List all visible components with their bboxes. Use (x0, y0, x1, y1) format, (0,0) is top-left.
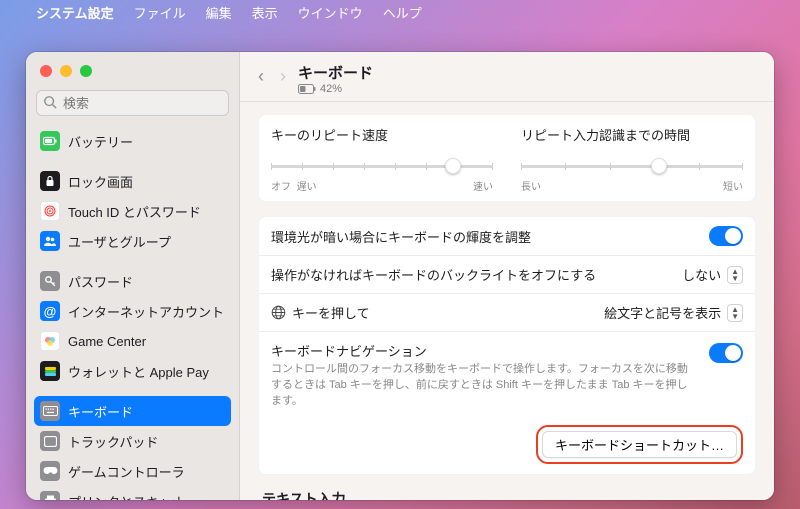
key-icon (40, 271, 60, 291)
sidebar-item-label: ウォレットと Apple Pay (68, 362, 209, 381)
keyboard-shortcuts-button[interactable]: キーボードショートカット… (542, 431, 737, 458)
sidebar-item-label: ユーザとグループ (68, 232, 171, 251)
sidebar-item-label: プリンタとスキャナ (68, 492, 185, 501)
sidebar-item-users[interactable]: ユーザとグループ (34, 226, 231, 256)
sidebar-item-label: パスワード (68, 272, 133, 291)
sidebar-item-keyboard[interactable]: キーボード (34, 396, 231, 426)
printer-icon (40, 491, 60, 500)
battery-status: 42% (298, 83, 373, 95)
menu-app[interactable]: システム設定 (36, 3, 114, 22)
sidebar-item-controller[interactable]: ゲームコントローラ (34, 456, 231, 486)
sidebar-item-label: ロック画面 (68, 172, 133, 191)
minimize-window-button[interactable] (60, 65, 72, 77)
sidebar-item-label: キーボード (68, 402, 133, 421)
sidebar-item-gamecenter[interactable]: Game Center (34, 326, 231, 356)
search-icon (43, 95, 57, 109)
sidebar-item-label: Touch ID とパスワード (68, 202, 201, 221)
menubar: システム設定 ファイル 編集 表示 ウインドウ ヘルプ (0, 0, 800, 24)
keyboard-settings-card: 環境光が暗い場合にキーボードの輝度を調整 操作がなければキーボードのバックライト… (258, 216, 756, 475)
wallet-icon (40, 361, 60, 381)
keyboard-nav-label: キーボードナビゲーション (271, 341, 697, 360)
system-settings-window: バッテリー ロック画面 Touch ID とパスワード ユーザとグループ パスワ… (26, 52, 774, 500)
sidebar-item-label: インターネットアカウント (68, 302, 224, 321)
sidebar-item-battery[interactable]: バッテリー (34, 126, 231, 156)
key-repeat-rate-label: キーのリピート速度 (271, 125, 493, 144)
keyboard-nav-description: コントロール間のフォーカス移動をキーボードで操作します。フォーカスを次に移動する… (271, 362, 697, 410)
sidebar-item-label: Game Center (68, 334, 146, 349)
window-controls (26, 52, 239, 90)
sidebar-item-wallet[interactable]: ウォレットと Apple Pay (34, 356, 231, 386)
ambient-light-label: 環境光が暗い場合にキーボードの輝度を調整 (271, 227, 531, 246)
keyboard-nav-toggle[interactable] (709, 343, 743, 363)
backlight-off-label: 操作がなければキーボードのバックライトをオフにする (271, 265, 596, 284)
globe-icon (271, 305, 286, 320)
battery-icon-small (298, 84, 316, 94)
sidebar-nav: バッテリー ロック画面 Touch ID とパスワード ユーザとグループ パスワ… (26, 124, 239, 500)
sidebar-item-lockscreen[interactable]: ロック画面 (34, 166, 231, 196)
chevron-updown-icon: ▲▼ (727, 304, 743, 322)
ambient-light-toggle[interactable] (709, 226, 743, 246)
key-repeat-rate-slider[interactable] (271, 158, 493, 174)
search-input[interactable] (36, 90, 229, 116)
sidebar-item-passwords[interactable]: パスワード (34, 266, 231, 296)
menu-view[interactable]: 表示 (252, 3, 278, 22)
sidebar-item-internet-accounts[interactable]: @ インターネットアカウント (34, 296, 231, 326)
users-icon (40, 231, 60, 251)
delay-until-repeat-label: リピート入力認識までの時間 (521, 125, 743, 144)
gamecenter-icon (40, 331, 60, 351)
menu-edit[interactable]: 編集 (206, 3, 232, 22)
sidebar-item-trackpad[interactable]: トラックパッド (34, 426, 231, 456)
menu-help[interactable]: ヘルプ (383, 3, 422, 22)
close-window-button[interactable] (40, 65, 52, 77)
controller-icon (40, 461, 60, 481)
menu-file[interactable]: ファイル (134, 3, 186, 22)
highlight-annotation: キーボードショートカット… (536, 425, 743, 464)
at-icon: @ (40, 301, 60, 321)
battery-icon (40, 131, 60, 151)
sidebar-item-label: トラックパッド (68, 432, 158, 451)
content-header: ‹ › キーボード 42% (240, 52, 774, 102)
nav-forward-button[interactable]: › (280, 66, 286, 87)
delay-until-repeat-slider[interactable] (521, 158, 743, 174)
text-input-heading: テキスト入力 (262, 489, 752, 500)
zoom-window-button[interactable] (80, 65, 92, 77)
menu-window[interactable]: ウインドウ (298, 3, 363, 22)
globe-key-select[interactable]: 絵文字と記号を表示 ▲▼ (604, 303, 743, 322)
key-repeat-card: キーのリピート速度 オフ 遅い 速い リピート入力認識までの時間 (258, 114, 756, 202)
lock-icon (40, 171, 60, 191)
nav-back-button[interactable]: ‹ (258, 66, 264, 87)
keyboard-icon (40, 401, 60, 421)
chevron-updown-icon: ▲▼ (727, 266, 743, 284)
sidebar: バッテリー ロック画面 Touch ID とパスワード ユーザとグループ パスワ… (26, 52, 240, 500)
sidebar-item-label: バッテリー (68, 132, 133, 151)
sidebar-item-label: ゲームコントローラ (68, 462, 185, 481)
globe-key-label: キーを押して (292, 303, 370, 322)
fingerprint-icon (40, 201, 60, 221)
sidebar-item-touchid[interactable]: Touch ID とパスワード (34, 196, 231, 226)
backlight-off-select[interactable]: しない ▲▼ (682, 265, 743, 284)
page-title: キーボード (298, 62, 373, 83)
sidebar-item-printers[interactable]: プリンタとスキャナ (34, 486, 231, 500)
trackpad-icon (40, 431, 60, 451)
content-pane: ‹ › キーボード 42% キーのリピート速度 (240, 52, 774, 500)
